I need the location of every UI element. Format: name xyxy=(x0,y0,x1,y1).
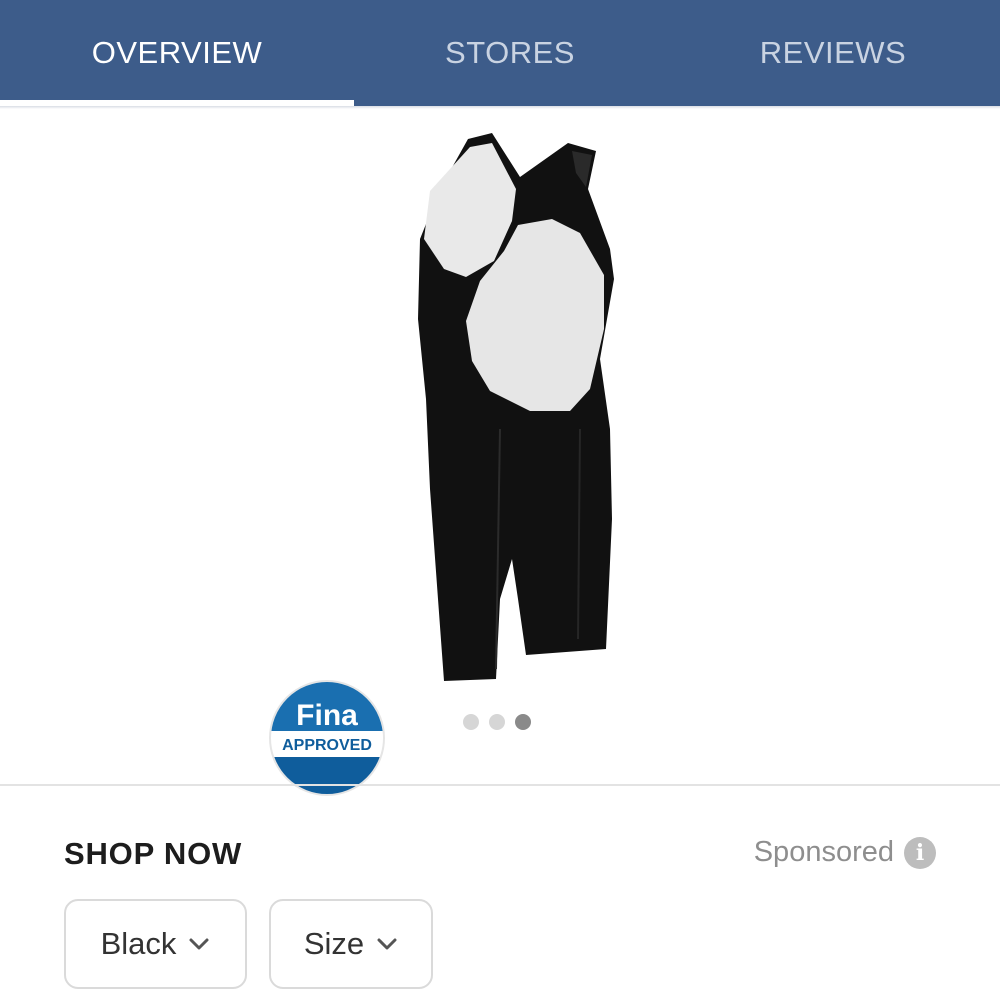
color-selector[interactable]: Black xyxy=(64,899,247,989)
chevron-down-icon xyxy=(377,938,397,950)
fina-badge-approved: APPROVED xyxy=(282,737,372,754)
section-divider xyxy=(0,784,1000,786)
product-image-carousel[interactable]: Fina APPROVED xyxy=(0,109,1000,796)
chevron-down-icon xyxy=(189,938,209,950)
carousel-dot[interactable] xyxy=(463,714,479,730)
tab-stores[interactable]: STORES xyxy=(354,0,666,106)
carousel-dot[interactable] xyxy=(489,714,505,730)
info-icon[interactable]: i xyxy=(904,836,936,869)
swimsuit-product-image xyxy=(418,133,614,681)
fina-badge-title: Fina xyxy=(296,699,358,732)
tab-bar: OVERVIEW STORES REVIEWS xyxy=(0,0,1000,106)
tab-reviews[interactable]: REVIEWS xyxy=(666,0,1000,106)
sponsored-text: Sponsored xyxy=(753,836,894,868)
sponsored-label[interactable]: Sponsored i xyxy=(754,836,936,869)
size-selector-value: Size xyxy=(303,926,365,961)
fina-approved-badge: Fina APPROVED xyxy=(269,680,385,796)
carousel-dot-active[interactable] xyxy=(515,714,531,730)
size-selector[interactable]: Size xyxy=(269,899,433,989)
shop-now-heading: SHOP NOW xyxy=(64,836,243,871)
carousel-page-indicator xyxy=(463,714,531,730)
tab-overview[interactable]: OVERVIEW xyxy=(0,0,354,106)
color-selector-value: Black xyxy=(100,926,177,961)
